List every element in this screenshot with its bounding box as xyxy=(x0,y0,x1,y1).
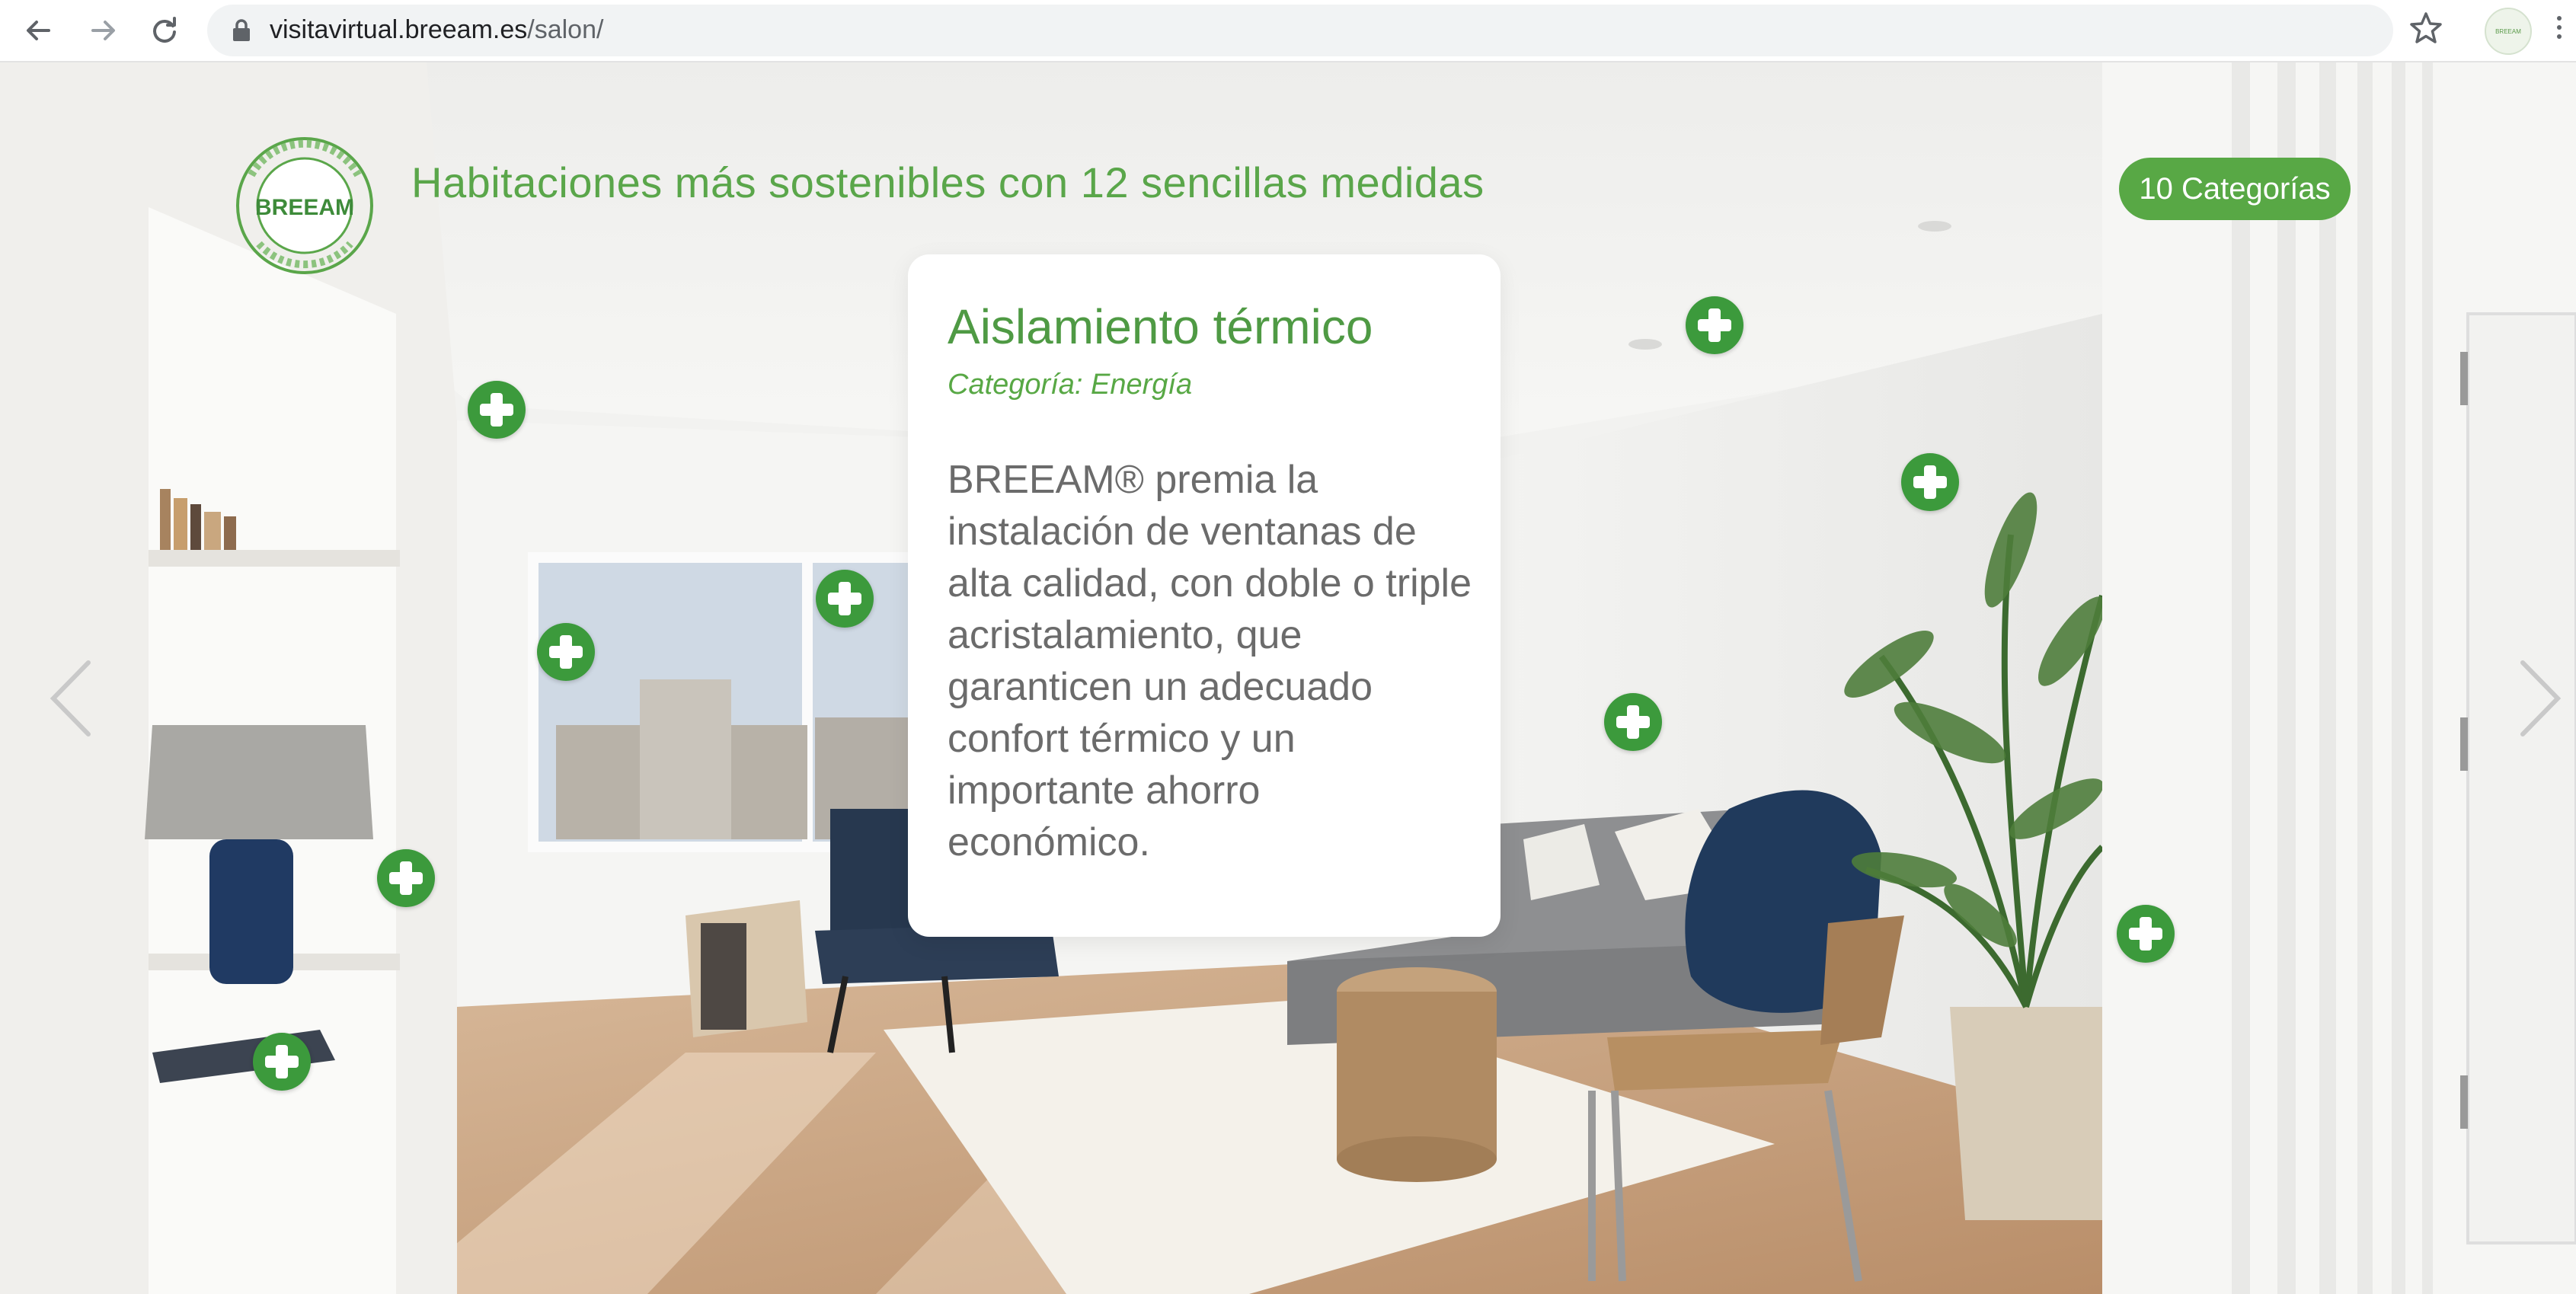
panorama-viewport[interactable]: BREEAM Habitaciones más sostenibles con … xyxy=(0,62,2576,1294)
url-domain: visitavirtual.breeam.es xyxy=(270,15,528,44)
lock-icon xyxy=(233,19,250,41)
hotspot-plus-icon[interactable] xyxy=(537,623,595,681)
hotspot-plus-icon[interactable] xyxy=(468,381,526,439)
hotspot-plus-icon[interactable] xyxy=(1901,453,1959,511)
card-title: Aislamiento térmico xyxy=(948,299,1373,354)
hotspot-plus-icon[interactable] xyxy=(2117,905,2175,963)
card-category: Categoría: Energía xyxy=(948,369,1193,401)
hotspot-plus-icon[interactable] xyxy=(816,570,874,628)
categories-button[interactable]: 10 Categorías xyxy=(2119,158,2351,220)
profile-avatar[interactable]: BREEAM xyxy=(2485,8,2532,55)
menu-icon[interactable] xyxy=(2552,12,2567,49)
url-path: /salon/ xyxy=(527,15,604,44)
hotspot-plus-icon[interactable] xyxy=(1686,296,1743,354)
card-body: BREEAM® premia la instalación de ventana… xyxy=(948,458,1472,864)
browser-toolbar: visitavirtual.breeam.es/salon/ BREEAM xyxy=(0,0,2576,62)
chevron-left-icon[interactable] xyxy=(44,657,97,740)
back-arrow-icon xyxy=(27,21,50,40)
hotspot-plus-icon[interactable] xyxy=(253,1033,311,1091)
page-title: Habitaciones más sostenibles con 12 senc… xyxy=(411,158,1485,206)
breeam-logo: BREEAM xyxy=(236,137,373,274)
forward-arrow-icon xyxy=(91,21,115,40)
back-button[interactable] xyxy=(14,6,62,55)
reload-icon xyxy=(153,17,176,43)
forward-button[interactable] xyxy=(79,6,128,55)
chevron-right-icon[interactable] xyxy=(2514,657,2567,740)
reload-button[interactable] xyxy=(140,6,189,55)
url-text: visitavirtual.breeam.es/salon/ xyxy=(270,15,603,45)
hotspot-plus-icon[interactable] xyxy=(1604,693,1662,751)
hotspot-plus-icon[interactable] xyxy=(377,849,435,907)
profile-label: BREEAM xyxy=(2495,27,2521,35)
info-card: Aislamiento térmico Categoría: Energía B… xyxy=(908,254,1501,937)
logo-text: BREEAM xyxy=(255,195,354,220)
address-bar[interactable]: visitavirtual.breeam.es/salon/ xyxy=(207,5,2393,56)
star-icon[interactable] xyxy=(2407,9,2445,47)
